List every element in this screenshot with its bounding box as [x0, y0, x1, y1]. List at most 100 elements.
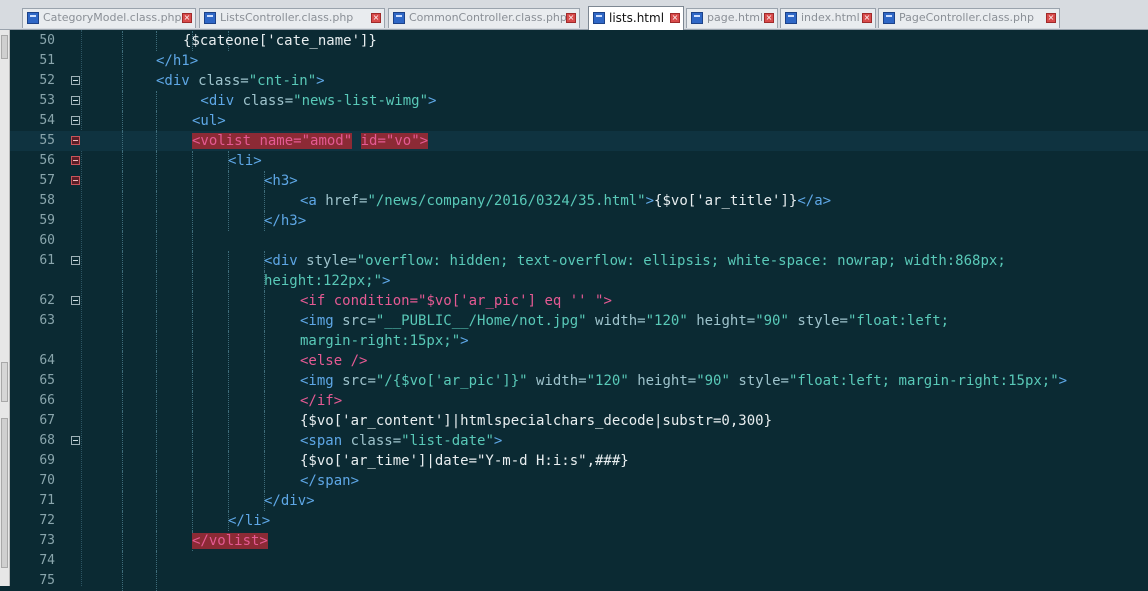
fold-toggle-icon[interactable] [71, 116, 80, 125]
tab-label: page.html [707, 11, 764, 24]
code-text[interactable]: </h3> [264, 211, 306, 231]
code-text[interactable]: <else /> [300, 351, 367, 371]
code-line[interactable]: 75 [10, 571, 1148, 591]
code-text[interactable]: <if condition="$vo['ar_pic'] eq '' "> [300, 291, 612, 311]
code-line[interactable]: 65 <img src="/{$vo['ar_pic']}" width="120… [10, 371, 1148, 391]
code-line[interactable]: 62 <if condition="$vo['ar_pic'] eq '' "> [10, 291, 1148, 311]
fold-toggle-icon[interactable] [71, 136, 80, 145]
tab-6[interactable]: PageController.class.php × [878, 8, 1060, 28]
code-line[interactable]: 66 </if> [10, 391, 1148, 411]
code-token: {$vo['ar_time']|date="Y-m-d H:i:s",###} [300, 453, 629, 469]
code-text[interactable]: <h3> [264, 171, 298, 191]
tab-2[interactable]: CommonController.class.php × [388, 8, 580, 28]
code-line[interactable]: 58 <a href="/news/company/2016/0324/35.ht… [10, 191, 1148, 211]
code-text[interactable]: <volist name="amod" id="vo"> [192, 131, 429, 151]
code-line[interactable]: 70 </span> [10, 471, 1148, 491]
code-token: height= [628, 373, 697, 389]
close-icon[interactable]: × [764, 13, 774, 23]
close-icon[interactable]: × [1046, 13, 1056, 23]
code-text[interactable]: <img src="/{$vo['ar_pic']}" width="120" … [300, 371, 1067, 391]
code-line[interactable]: 69 {$vo['ar_time']|date="Y-m-d H:i:s",###… [10, 451, 1148, 471]
code-text[interactable]: <ul> [192, 111, 226, 131]
code-text[interactable]: <span class="list-date"> [300, 431, 502, 451]
code-text[interactable]: <a href="/news/company/2016/0324/35.html… [300, 191, 831, 211]
code-text[interactable]: {$vo['ar_time']|date="Y-m-d H:i:s",###} [300, 451, 629, 471]
strip-thumb-top[interactable] [1, 35, 8, 59]
fold-toggle-icon[interactable] [71, 436, 80, 445]
left-scroll-strip[interactable] [0, 30, 10, 586]
code-text[interactable]: </h1> [156, 51, 198, 71]
code-text[interactable]: </if> [300, 391, 342, 411]
tab-4[interactable]: page.html × [686, 8, 778, 28]
code-text[interactable]: </span> [300, 471, 359, 491]
code-text[interactable]: <div class="news-list-wimg"> [192, 91, 436, 111]
code-text[interactable]: {$cateone['cate_name']} [183, 31, 377, 51]
close-icon[interactable]: × [182, 13, 192, 23]
fold-toggle-icon[interactable] [71, 256, 80, 265]
code-text[interactable]: <img src="__PUBLIC__/Home/not.jpg" width… [300, 311, 949, 331]
code-line[interactable]: 55 <volist name="amod" id="vo"> [10, 131, 1148, 151]
code-text[interactable]: </div> [264, 491, 315, 511]
code-token: width= [527, 373, 587, 389]
code-line[interactable]: 73 </volist> [10, 531, 1148, 551]
code-text[interactable]: </li> [228, 511, 270, 531]
code-line[interactable]: 59 </h3> [10, 211, 1148, 231]
code-token: </li> [228, 513, 271, 529]
indent-guide [156, 231, 157, 251]
line-number: 75 [39, 573, 55, 588]
code-text[interactable]: height:122px;"> [264, 271, 390, 291]
line-number: 51 [39, 53, 55, 68]
code-text[interactable]: <div class="cnt-in"> [156, 71, 325, 91]
strip-thumb-bottom[interactable] [1, 418, 8, 568]
indent-guide [122, 51, 123, 71]
fold-toggle-icon[interactable] [71, 156, 80, 165]
code-line[interactable]: 72 </li> [10, 511, 1148, 531]
code-text[interactable]: <div style="overflow: hidden; text-overf… [264, 251, 1006, 271]
tab-0[interactable]: CategoryModel.class.php × [22, 8, 196, 28]
code-text[interactable]: <li> [228, 151, 262, 171]
fold-toggle-icon[interactable] [71, 296, 80, 305]
code-line[interactable]: 52 <div class="cnt-in"> [10, 71, 1148, 91]
indent-guide [228, 391, 229, 411]
indent-guide [122, 251, 123, 271]
fold-toggle-icon[interactable] [71, 96, 80, 105]
fold-toggle-icon[interactable] [71, 76, 80, 85]
code-line[interactable]: 64 <else /> [10, 351, 1148, 371]
strip-thumb-middle[interactable] [1, 362, 8, 402]
code-line[interactable]: 53 <div class="news-list-wimg"> [10, 91, 1148, 111]
code-text[interactable]: margin-right:15px;"> [300, 331, 469, 351]
code-line[interactable]: 50 {$cateone['cate_name']} [10, 31, 1148, 51]
close-icon[interactable]: × [566, 13, 576, 23]
code-line[interactable]: margin-right:15px;"> [10, 331, 1148, 351]
line-number: 72 [39, 513, 55, 528]
code-line[interactable]: 51 </h1> [10, 51, 1148, 71]
code-line[interactable]: 68 <span class="list-date"> [10, 431, 1148, 451]
tab-5[interactable]: index.html × [780, 8, 876, 28]
close-icon[interactable]: × [371, 13, 381, 23]
line-number: 67 [39, 413, 55, 428]
code-line[interactable]: 63 <img src="__PUBLIC__/Home/not.jpg" wid… [10, 311, 1148, 331]
code-line[interactable]: 56 <li> [10, 151, 1148, 171]
code-line[interactable]: 57 <h3> [10, 171, 1148, 191]
tab-1[interactable]: ListsController.class.php × [199, 8, 385, 28]
code-line[interactable]: 71 </div> [10, 491, 1148, 511]
code-line[interactable]: 60 [10, 231, 1148, 251]
code-token: > [1058, 373, 1068, 389]
indent-guide [156, 271, 157, 291]
indent-guide [264, 391, 265, 411]
indent-guide [156, 171, 157, 191]
fold-toggle-icon[interactable] [71, 176, 80, 185]
indent-guide [192, 431, 193, 451]
code-line[interactable]: 67 {$vo['ar_content']|htmlspecialchars_de… [10, 411, 1148, 431]
code-text[interactable]: </volist> [192, 531, 268, 551]
close-icon[interactable]: × [670, 13, 680, 23]
close-icon[interactable]: × [862, 13, 872, 23]
code-line[interactable]: height:122px;"> [10, 271, 1148, 291]
indent-guide [122, 571, 123, 591]
code-line[interactable]: 54 <ul> [10, 111, 1148, 131]
code-line[interactable]: 74 [10, 551, 1148, 571]
code-line[interactable]: 61 <div style="overflow: hidden; text-ove… [10, 251, 1148, 271]
indent-guide [192, 251, 193, 271]
tab-3[interactable]: lists.html × [588, 6, 684, 30]
code-text[interactable]: {$vo['ar_content']|htmlspecialchars_deco… [300, 411, 772, 431]
